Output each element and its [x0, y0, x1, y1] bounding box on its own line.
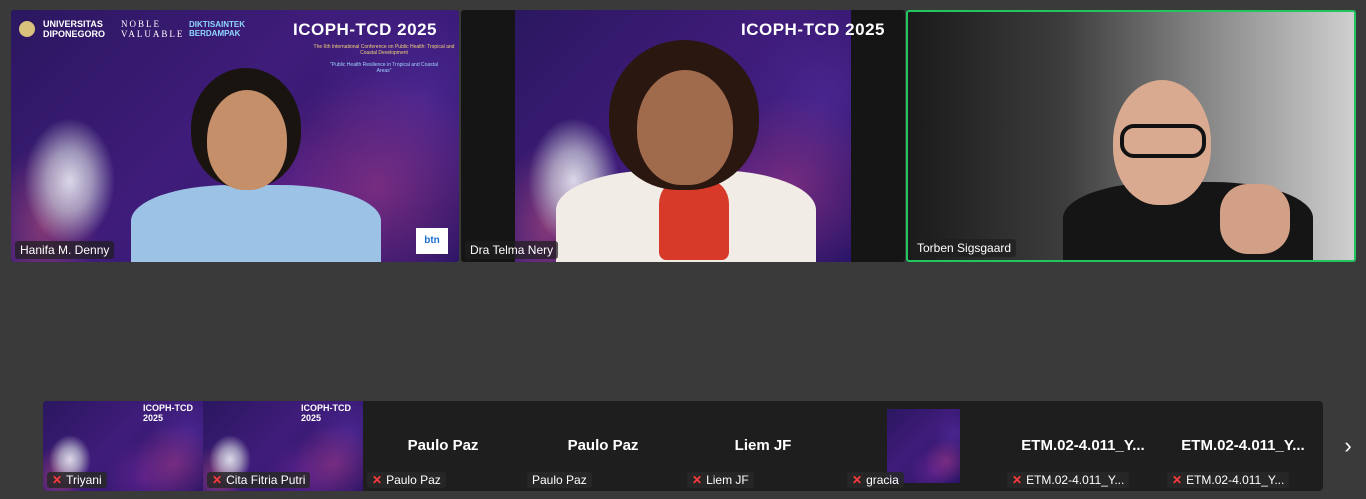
video-tile-hanifa[interactable]: UNIVERSITAS DIPONEGORO NOBLE VALUABLE DI… — [11, 10, 459, 262]
mic-off-icon: ✕ — [212, 473, 223, 487]
conference-title: ICOPH-TCD 2025 — [741, 20, 885, 39]
thumb-gracia[interactable]: ✕ gracia — [843, 401, 1003, 491]
participant-label: Paulo Paz — [407, 437, 479, 454]
chevron-right-icon[interactable]: › — [1337, 432, 1359, 460]
video-tile-torben[interactable]: Torben Sigsgaard — [906, 10, 1356, 262]
participant-face — [207, 90, 287, 190]
participant-name: Hanifa M. Denny — [15, 241, 115, 259]
mic-off-icon: ✕ — [692, 473, 703, 487]
diktisaintek-logo: DIKTISAINTEK BERDAMPAK — [189, 20, 245, 38]
btn-logo: btn — [416, 228, 448, 254]
mic-off-icon: ✕ — [1172, 473, 1183, 487]
video-tile-telma[interactable]: ICOPH-TCD 2025 Dra Telma Nery — [461, 10, 905, 262]
conference-title: ICOPH-TCD 2025 — [143, 403, 193, 423]
undip-logo — [19, 21, 35, 37]
participant-name: ETM.02-4.011_Y... — [1026, 473, 1125, 487]
noble-valuable-logo: NOBLE VALUABLE — [121, 19, 185, 39]
conference-title: ICOPH-TCD 2025 — [293, 20, 437, 39]
participant-body — [131, 185, 381, 262]
participant-name: ETM.02-4.011_Y... — [1186, 473, 1285, 487]
participant-name: Liem JF — [706, 473, 749, 487]
participant-name: Paulo Paz — [532, 473, 587, 487]
thumb-cita[interactable]: ICOPH-TCD 2025 ✕ Cita Fitria Putri — [203, 401, 363, 491]
glasses — [1120, 124, 1206, 158]
conference-subtitle: The 6th International Conference on Publ… — [313, 44, 455, 56]
university-name: UNIVERSITAS DIPONEGORO — [43, 19, 106, 39]
conference-theme: "Public Health Resilience in Tropical an… — [330, 62, 438, 74]
participant-strip: ICOPH-TCD 2025 ✕ Triyani ICOPH-TCD 2025 ✕… — [43, 401, 1323, 491]
thumb-triyani[interactable]: ICOPH-TCD 2025 ✕ Triyani — [43, 401, 203, 491]
mic-off-icon: ✕ — [372, 473, 383, 487]
red-scarf — [659, 180, 729, 260]
participant-name: Dra Telma Nery — [465, 241, 559, 259]
participant-label: ETM.02-4.011_Y... — [1021, 437, 1145, 454]
mic-off-icon: ✕ — [1012, 473, 1023, 487]
thumb-liem[interactable]: Liem JF ✕ Liem JF — [683, 401, 843, 491]
participant-label: ETM.02-4.011_Y... — [1181, 437, 1305, 454]
thumb-paulo-1[interactable]: Paulo Paz ✕ Paulo Paz — [363, 401, 523, 491]
conference-title: ICOPH-TCD 2025 — [301, 403, 351, 423]
thumb-etm-2[interactable]: ETM.02-4.011_Y... ✕ ETM.02-4.011_Y... — [1163, 401, 1323, 491]
participant-name: Triyani — [66, 473, 102, 487]
participant-name: Paulo Paz — [386, 473, 441, 487]
participant-name: Cita Fitria Putri — [226, 473, 306, 487]
thumb-paulo-2[interactable]: Paulo Paz Paulo Paz — [523, 401, 683, 491]
mic-off-icon: ✕ — [852, 473, 863, 487]
participant-name: gracia — [866, 473, 899, 487]
statue-graphic — [11, 82, 141, 262]
participant-hand — [1220, 184, 1290, 254]
thumb-etm-1[interactable]: ETM.02-4.011_Y... ✕ ETM.02-4.011_Y... — [1003, 401, 1163, 491]
participant-label: Paulo Paz — [567, 437, 639, 454]
participant-label: Liem JF — [734, 437, 792, 454]
participant-face — [637, 70, 733, 185]
mic-off-icon: ✕ — [52, 473, 63, 487]
participant-name: Torben Sigsgaard — [912, 239, 1017, 257]
